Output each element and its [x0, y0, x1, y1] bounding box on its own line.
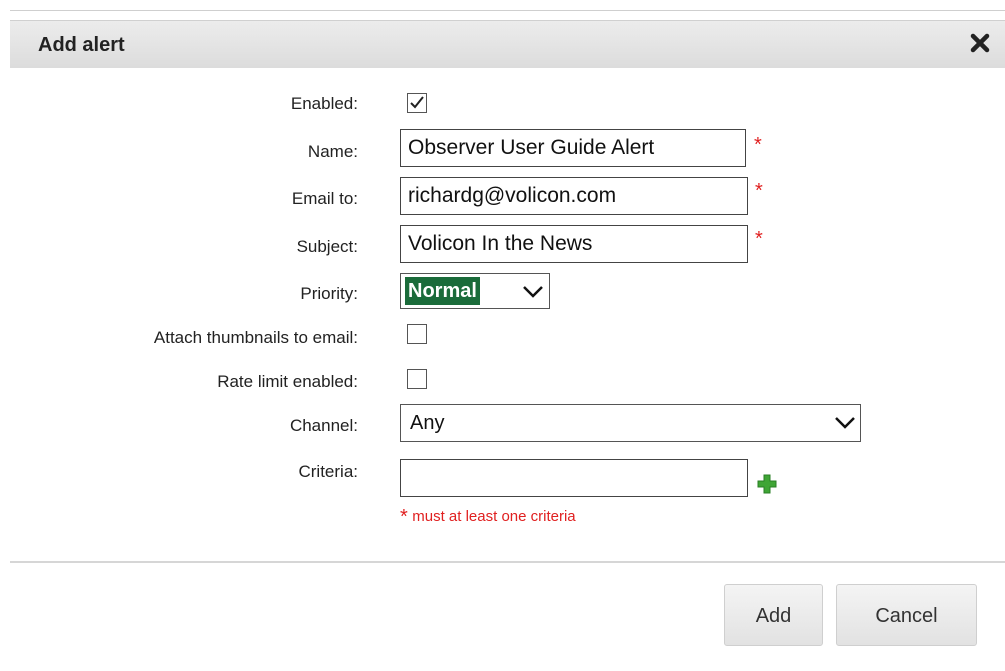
cancel-button[interactable]: Cancel	[836, 584, 977, 646]
chevron-down-icon	[523, 286, 543, 298]
subject-label: Subject:	[296, 237, 358, 256]
add-button[interactable]: Add	[724, 584, 823, 646]
email-to-input[interactable]: richardg@volicon.com	[400, 177, 748, 215]
criteria-hint: * must at least one criteria	[400, 506, 576, 529]
dialog-title: Add alert	[38, 34, 125, 56]
top-divider	[10, 10, 1005, 11]
email-to-label: Email to:	[291, 189, 358, 208]
criteria-input[interactable]	[400, 459, 748, 497]
enabled-checkbox[interactable]	[407, 93, 427, 113]
subject-input[interactable]: Volicon In the News	[400, 225, 748, 263]
criteria-hint-mark: *	[400, 506, 408, 528]
footer-divider	[10, 561, 1005, 563]
close-icon[interactable]	[967, 30, 993, 56]
priority-label: Priority:	[300, 284, 358, 303]
plus-icon[interactable]	[757, 474, 777, 494]
channel-selected-value: Any	[410, 412, 445, 434]
email-required-mark: *	[755, 180, 763, 202]
attach-thumbnails-label: Attach thumbnails to email:	[153, 328, 358, 347]
rate-limit-label: Rate limit enabled:	[217, 372, 358, 391]
name-label: Name:	[307, 142, 358, 161]
priority-selected-value: Normal	[405, 277, 480, 305]
criteria-label: Criteria:	[298, 462, 358, 481]
name-required-mark: *	[754, 134, 762, 156]
subject-required-mark: *	[755, 228, 763, 250]
dialog-titlebar: Add alert	[10, 20, 1005, 68]
check-icon	[410, 96, 424, 109]
enabled-label: Enabled:	[290, 94, 358, 113]
rate-limit-checkbox[interactable]	[407, 369, 427, 389]
name-input[interactable]: Observer User Guide Alert	[400, 129, 746, 167]
attach-thumbnails-checkbox[interactable]	[407, 324, 427, 344]
channel-label: Channel:	[289, 416, 358, 435]
priority-select[interactable]: Normal	[400, 273, 550, 309]
chevron-down-icon	[835, 417, 855, 429]
channel-select[interactable]: Any	[400, 404, 861, 442]
criteria-hint-text: must at least one criteria	[412, 508, 576, 525]
